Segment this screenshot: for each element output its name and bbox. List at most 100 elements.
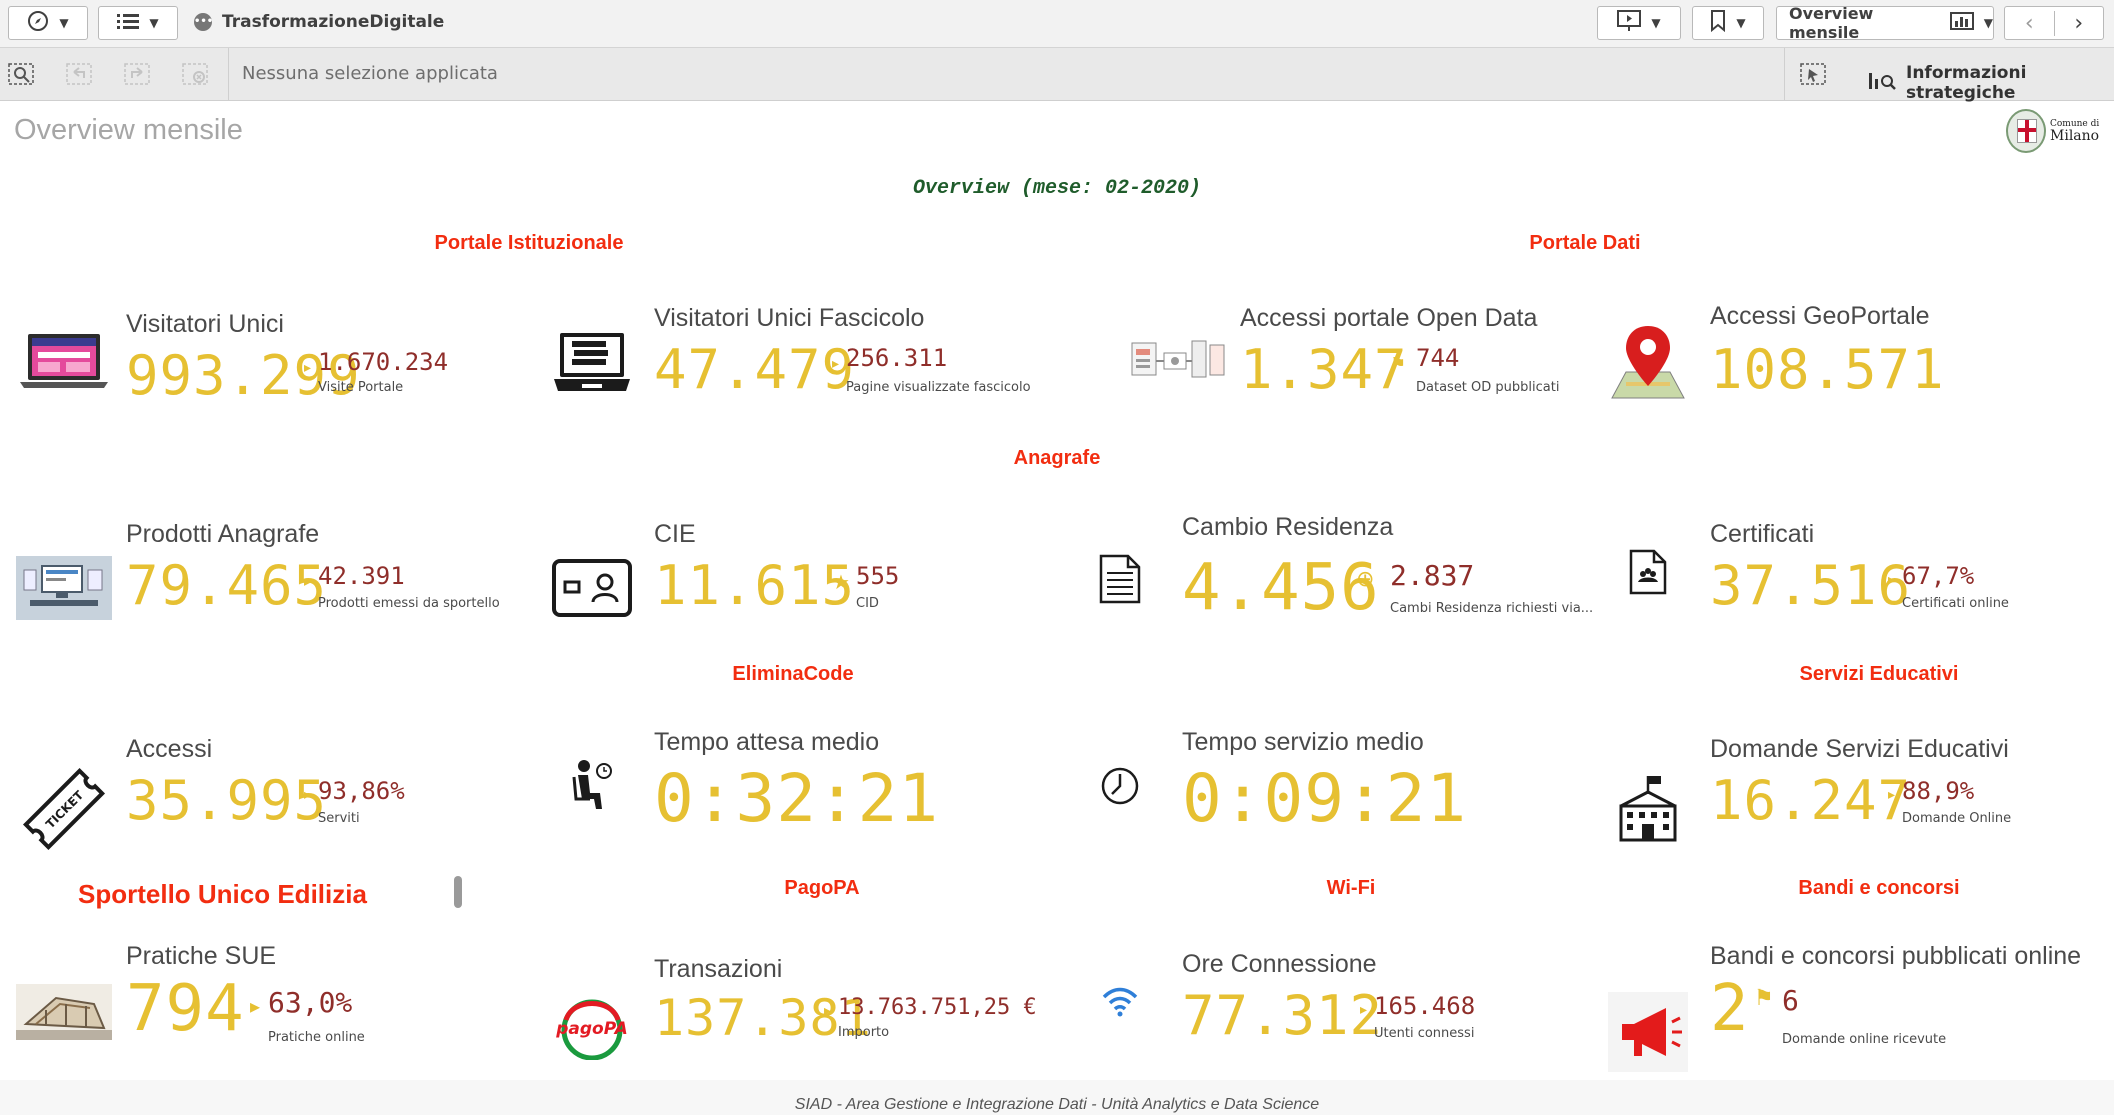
arrow-marker-icon: ▸: [824, 1003, 832, 1019]
chevron-down-icon: ▼: [1651, 16, 1661, 30]
arrow-marker-icon: ▸: [1888, 572, 1896, 588]
scrollbar-handle[interactable]: [454, 876, 462, 908]
arrow-marker-icon: ▸: [250, 994, 261, 1018]
selection-status: Nessuna selezione applicata: [242, 63, 498, 84]
kpi-secondary-label: Cambi Residenza richiesti via...: [1390, 601, 1594, 616]
insights-label: Informazioni strategiche: [1906, 63, 2027, 103]
kpi-secondary-value: 63,0%: [268, 986, 353, 1019]
kpi-secondary-label: CID: [856, 596, 879, 611]
kpi-secondary-value: 2.837: [1390, 559, 1475, 592]
kpi-label: CIE: [654, 520, 696, 548]
kpi-label: Accessi: [126, 735, 213, 763]
kpi-transazioni[interactable]: pagoPA Transazioni 137.381 ▸ 13.763.751,…: [542, 955, 1082, 1085]
kpi-secondary-value: 13.763.751,25 €: [838, 995, 1037, 1020]
kpi-secondary-label: Importo: [838, 1025, 890, 1040]
kpi-label: Transazioni: [654, 955, 783, 983]
certificate-file-icon: [1598, 522, 1698, 622]
kpi-label: Ore Connessione: [1182, 950, 1377, 978]
kpi-geoportale[interactable]: Accessi GeoPortale 108.571: [1598, 302, 2114, 432]
kpi-secondary-value: 88,9%: [1902, 777, 1975, 805]
kpi-cie[interactable]: CIE 11.615 ★ 555 CID: [542, 520, 1062, 650]
insights-button[interactable]: Informazioni strategiche: [1868, 63, 2114, 103]
school-building-icon: [1598, 759, 1698, 859]
kpi-label: Tempo attesa medio: [654, 728, 880, 756]
presentation-icon: [1617, 10, 1642, 36]
chevron-down-icon: ▼: [149, 16, 159, 30]
kpi-secondary-label: Pagine visualizzate fascicolo: [846, 380, 1031, 395]
kpi-value: 77.312: [1182, 984, 1384, 1047]
megaphone-icon: [1598, 982, 1698, 1082]
kpi-tempo-servizio[interactable]: Tempo servizio medio 0:09:21: [1070, 728, 1590, 858]
sheet-list-button[interactable]: ▼: [98, 6, 178, 40]
kpi-secondary-label: Domande Online: [1902, 811, 2012, 826]
step-forward-icon[interactable]: [124, 63, 150, 85]
sheet-selector[interactable]: Overview mensile ▼: [1776, 4, 1994, 42]
kpi-servizi-educativi[interactable]: Domande Servizi Educativi 16.247 ▸ 88,9%…: [1598, 735, 2114, 865]
kpi-value: 16.247: [1710, 769, 1912, 832]
selection-bar: Nessuna selezione applicata Informazioni…: [0, 48, 2114, 103]
selection-tool-icon[interactable]: [1800, 63, 1826, 85]
kpi-secondary-label: Pratiche online: [268, 1030, 365, 1045]
kpi-secondary-label: Certificati online: [1902, 596, 2009, 611]
previous-sheet-button[interactable]: ‹: [2005, 10, 2055, 36]
kpi-visitatori-fascicolo[interactable]: Visitatori Unici Fascicolo 47.479 ▸ 256.…: [542, 304, 1062, 434]
kpi-label: Visitatori Unici Fascicolo: [654, 304, 925, 332]
kpi-label: Certificati: [1710, 520, 1815, 548]
waiting-person-icon: [542, 736, 642, 836]
kpi-secondary-label: Dataset OD pubblicati: [1416, 380, 1560, 395]
smart-search-icon[interactable]: [8, 63, 34, 85]
comune-milano-logo: Comune di Milano: [2006, 107, 2100, 155]
kpi-cambio-residenza[interactable]: Cambio Residenza 4.456 ⊕ 2.837 Cambi Res…: [1070, 513, 1630, 643]
section-pagopa: PagoPA: [784, 877, 860, 899]
kpi-label: Prodotti Anagrafe: [126, 520, 320, 548]
section-eliminacode: EliminaCode: [732, 663, 854, 685]
sheet-title: Overview mensile: [14, 114, 243, 146]
step-back-icon[interactable]: [66, 63, 92, 85]
kpi-open-data[interactable]: Accessi portale Open Data 1.347 ⚑ 744 Da…: [1128, 304, 1648, 434]
sheet-selector-label: Overview mensile: [1789, 4, 1874, 42]
section-portale-istituzionale: Portale Istituzionale: [434, 232, 624, 254]
insights-icon: [1868, 71, 1896, 96]
kpi-secondary-value: 744: [1416, 344, 1460, 372]
kpi-secondary-value: 42.391: [318, 562, 405, 590]
kpi-secondary-value: 1.670.234: [318, 348, 449, 376]
laptop-icon: [14, 310, 114, 410]
navigation-menu-button[interactable]: ▼: [8, 6, 88, 40]
kpi-value: 4.456: [1182, 551, 1380, 625]
kpi-label: Accessi GeoPortale: [1710, 302, 1930, 330]
list-icon: [117, 13, 140, 33]
kpi-value: 11.615: [654, 554, 856, 617]
kpi-certificati[interactable]: Certificati 37.516 ▸ 67,7% Certificati o…: [1598, 520, 2114, 650]
kpi-prodotti-anagrafe[interactable]: Prodotti Anagrafe 79.465 ▸ 42.391 Prodot…: [14, 520, 534, 650]
kpi-secondary-label: Prodotti emessi da sportello: [318, 596, 500, 611]
kpi-label: Domande Servizi Educativi: [1710, 735, 2009, 763]
chevron-down-icon: ▼: [1983, 16, 1993, 30]
map-pin-icon: [1598, 312, 1698, 412]
clear-selections-icon[interactable]: [182, 63, 208, 85]
top-toolbar: ▼ ▼ ••• TrasformazioneDigitale ▼ ▼ Overv…: [0, 0, 2114, 48]
arrow-marker-icon: ▸: [1360, 1002, 1368, 1018]
section-bandi-concorsi: Bandi e concorsi: [1798, 877, 1960, 899]
kpi-secondary-label: Serviti: [318, 811, 360, 826]
kpi-value: 0:32:21: [654, 760, 940, 837]
bookmark-icon: [1710, 10, 1726, 36]
kpi-ore-connessione[interactable]: Ore Connessione 77.312 ▸ 165.468 Utenti …: [1070, 950, 1590, 1080]
kpi-secondary-value: 93,86%: [318, 777, 405, 805]
present-button[interactable]: ▼: [1597, 6, 1681, 40]
clock-icon: [1070, 736, 1170, 836]
section-servizi-educativi: Servizi Educativi: [1799, 663, 1959, 685]
bookmark-button[interactable]: ▼: [1692, 6, 1764, 40]
section-sportello-unico-edilizia: Sportello Unico Edilizia: [78, 879, 367, 909]
next-sheet-button[interactable]: ›: [2055, 11, 2104, 36]
kpi-tempo-attesa[interactable]: Tempo attesa medio 0:32:21: [542, 728, 1062, 858]
kpi-pratiche-sue[interactable]: Pratiche SUE 794 ▸ 63,0% Pratiche online: [14, 942, 534, 1072]
kpi-accessi-eliminacode[interactable]: TICKET Accessi 35.995 ▸ 93,86% Serviti: [14, 735, 534, 865]
kpi-value: 794: [126, 972, 245, 1046]
kpi-value: 1.347: [1240, 338, 1408, 401]
kpi-bandi-concorsi[interactable]: Bandi e concorsi pubblicati online 2 ⚑ 6…: [1598, 942, 2114, 1072]
ticket-icon: TICKET: [14, 759, 114, 859]
kpi-secondary-value: 165.468: [1374, 992, 1476, 1020]
section-anagrafe: Anagrafe: [1013, 447, 1101, 469]
kpi-value: 35.995: [126, 769, 328, 832]
kpi-visitatori-unici[interactable]: Visitatori Unici 993.299 ▸ 1.670.234 Vis…: [14, 310, 534, 440]
